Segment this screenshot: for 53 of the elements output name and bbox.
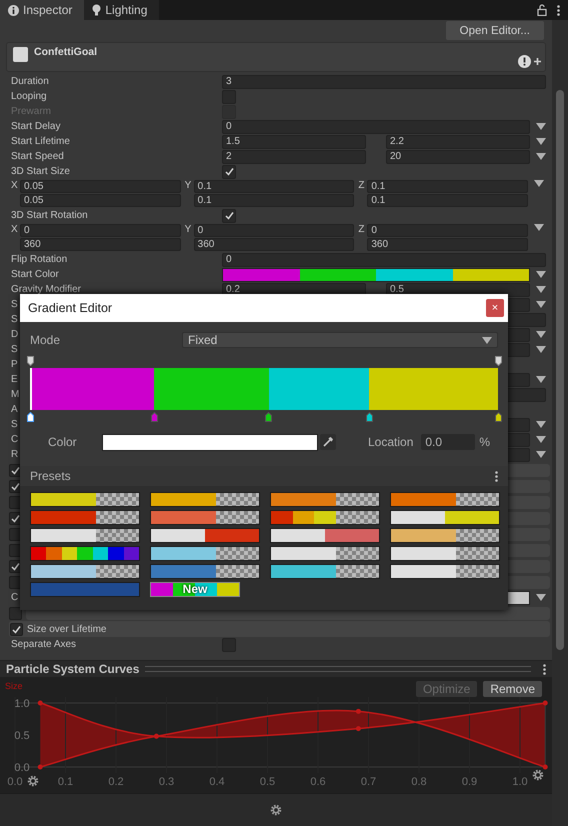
axis-tick-label: 0.5: [260, 776, 276, 788]
axis-tick-label: 0.7: [360, 776, 376, 788]
property-label: S: [11, 299, 18, 310]
property-label: C: [11, 592, 18, 603]
property-label: Gravity Modifier: [11, 284, 82, 295]
axis-tick-label: 0.9: [462, 776, 478, 788]
location-label: Location: [368, 435, 414, 449]
property-label: E: [11, 374, 18, 385]
axis-tick-label: 1.0: [14, 698, 30, 710]
axis-tick-label: 0.5: [14, 730, 30, 742]
axis-tick-label: 0.0: [7, 776, 23, 788]
property-label: P: [11, 359, 18, 370]
property-label: R: [11, 449, 18, 460]
property-label: S: [11, 314, 18, 325]
property-label: 3D Start Rotation: [11, 210, 88, 221]
property-label: Start Speed: [11, 151, 64, 162]
property-label: D: [11, 329, 18, 340]
axis-tick-label: 0.0: [14, 762, 30, 774]
axis-label: X: [11, 180, 19, 193]
module-title: Size over Lifetime: [27, 624, 106, 634]
property-label: A: [11, 404, 18, 415]
color-label: Color: [48, 435, 78, 449]
axis-tick-label: 0.2: [108, 776, 124, 788]
property-label: Start Delay: [11, 121, 60, 132]
axis-label: Z: [358, 180, 366, 193]
axis-tick-label: 0.8: [411, 776, 427, 788]
section-title: Particle System Curves: [6, 662, 140, 676]
axis-label: Y: [184, 224, 192, 237]
property-label: M: [11, 389, 20, 400]
axis-tick-label: 0.6: [310, 776, 326, 788]
property-label: S: [11, 419, 18, 430]
component-name: ConfettiGoal: [34, 46, 97, 60]
axis-label: Z: [358, 224, 366, 237]
axis-label: Y: [184, 180, 192, 193]
property-label: S: [11, 344, 18, 355]
property-label: Looping: [11, 91, 47, 102]
axis-tick-label: 0.4: [209, 776, 225, 788]
property-label: Start Color: [11, 269, 59, 280]
property-label: Flip Rotation: [11, 254, 68, 265]
property-label: 3D Start Size: [11, 166, 70, 177]
curve-label: Size: [5, 681, 23, 691]
axis-label: X: [11, 224, 19, 237]
property-label: Duration: [11, 76, 49, 87]
property-label: Separate Axes: [11, 639, 76, 650]
property-label: Start Lifetime: [11, 136, 70, 147]
axis-tick-label: 0.1: [58, 776, 74, 788]
window-title: Gradient Editor: [28, 301, 112, 315]
property-label: C: [11, 434, 18, 445]
unit-label: %: [479, 435, 490, 449]
axis-tick-label: 1.0: [512, 776, 528, 788]
mode-label: Mode: [30, 333, 62, 347]
axis-tick-label: 0.3: [158, 776, 174, 788]
presets-title: Presets: [30, 469, 71, 483]
